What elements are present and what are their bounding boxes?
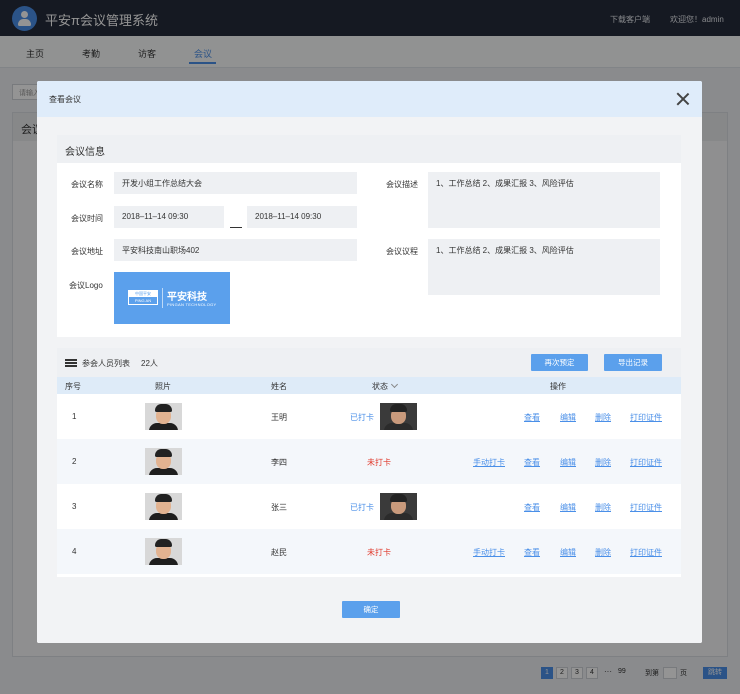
edit-link[interactable]: 编辑	[560, 412, 576, 423]
row-index: 1	[72, 412, 77, 421]
attendee-count: 22人	[141, 359, 158, 368]
export-records-button[interactable]: 导出记录	[604, 354, 662, 371]
meeting-agenda-label: 会议议程	[386, 247, 418, 256]
meeting-description-field: 1、工作总结 2、成果汇报 3、风险评估	[428, 172, 660, 228]
delete-link[interactable]: 删除	[595, 502, 611, 513]
checkin-photo[interactable]	[380, 403, 417, 430]
column-name: 姓名	[271, 382, 287, 391]
rebook-button[interactable]: 再次预定	[531, 354, 588, 371]
meeting-info-title: 会议信息	[65, 147, 105, 158]
view-link[interactable]: 查看	[524, 547, 540, 558]
meeting-name-field: 开发小组工作总结大会	[114, 172, 357, 194]
table-row: 2 李四 未打卡 手动打卡 查看 编辑 删除 打印证件	[57, 439, 681, 484]
status-badge: 已打卡	[350, 413, 374, 422]
column-index: 序号	[65, 382, 81, 391]
modal-header: 查看会议	[37, 81, 702, 117]
column-photo: 照片	[155, 382, 171, 391]
table-row: 4 赵民 未打卡 手动打卡 查看 编辑 删除 打印证件	[57, 529, 681, 574]
attendee-name: 张三	[271, 503, 287, 512]
chevron-down-icon[interactable]	[390, 380, 399, 389]
attendee-name: 赵民	[271, 548, 287, 557]
manual-checkin-link[interactable]: 手动打卡	[473, 457, 505, 468]
attendee-photo	[145, 448, 182, 475]
attendee-list-header: 参会人员列表 22人 再次预定 导出记录	[57, 348, 681, 377]
attendee-name: 王明	[271, 413, 287, 422]
print-badge-link[interactable]: 打印证件	[630, 457, 662, 468]
status-badge: 已打卡	[350, 503, 374, 512]
modal-body: 会议信息 会议名称 开发小组工作总结大会 会议时间 2018–11–14 09:…	[37, 117, 702, 643]
attendee-photo	[145, 493, 182, 520]
logo-divider	[162, 288, 163, 308]
meeting-address-field: 平安科技南山职场402	[114, 239, 357, 261]
column-actions: 操作	[550, 382, 566, 391]
column-status[interactable]: 状态	[372, 381, 388, 392]
print-badge-link[interactable]: 打印证件	[630, 502, 662, 513]
modal-title: 查看会议	[49, 95, 81, 104]
table-row: 1 王明 已打卡 查看 编辑 删除 打印证件	[57, 394, 681, 439]
edit-link[interactable]: 编辑	[560, 547, 576, 558]
view-link[interactable]: 查看	[524, 502, 540, 513]
attendee-table-header: 序号 照片 姓名 状态 操作	[57, 377, 681, 394]
delete-link[interactable]: 删除	[595, 547, 611, 558]
attendee-name: 李四	[271, 458, 287, 467]
meeting-agenda-field: 1、工作总结 2、成果汇报 3、风险评估	[428, 239, 660, 295]
checkin-photo[interactable]	[380, 493, 417, 520]
view-link[interactable]: 查看	[524, 457, 540, 468]
attendee-photo	[145, 403, 182, 430]
row-index: 3	[72, 502, 77, 511]
time-range-dash	[230, 227, 242, 228]
row-index: 4	[72, 547, 77, 556]
meeting-start-time-field: 2018–11–14 09:30	[114, 206, 224, 228]
attendee-list-card: 参会人员列表 22人 再次预定 导出记录 序号 照片 姓名 状态 操作 1 王明…	[57, 348, 681, 577]
table-row: 3 张三 已打卡 查看 编辑 删除 打印证件	[57, 484, 681, 529]
meeting-info-header: 会议信息	[57, 135, 681, 163]
meeting-time-label: 会议时间	[71, 214, 103, 223]
edit-link[interactable]: 编辑	[560, 457, 576, 468]
attendee-photo	[145, 538, 182, 565]
logo-text: 平安科技	[167, 292, 207, 303]
close-icon[interactable]	[676, 92, 690, 106]
print-badge-link[interactable]: 打印证件	[630, 412, 662, 423]
delete-link[interactable]: 删除	[595, 412, 611, 423]
meeting-logo: 中国平安 PING AN 平安科技 PINGAN TECHNOLOGY	[114, 272, 230, 324]
meeting-name-label: 会议名称	[71, 180, 103, 189]
list-icon	[65, 359, 77, 367]
status-badge: 未打卡	[367, 458, 391, 467]
row-index: 2	[72, 457, 77, 466]
meeting-logo-label: 会议Logo	[69, 281, 103, 290]
meeting-end-time-field: 2018–11–14 09:30	[247, 206, 357, 228]
delete-link[interactable]: 删除	[595, 457, 611, 468]
manual-checkin-link[interactable]: 手动打卡	[473, 547, 505, 558]
attendee-list-title: 参会人员列表	[82, 359, 130, 368]
confirm-button[interactable]: 确定	[342, 601, 400, 618]
logo-subtext: PINGAN TECHNOLOGY	[167, 302, 217, 307]
meeting-description-label: 会议描述	[386, 180, 418, 189]
print-badge-link[interactable]: 打印证件	[630, 547, 662, 558]
meeting-address-label: 会议地址	[71, 247, 103, 256]
view-link[interactable]: 查看	[524, 412, 540, 423]
view-meeting-modal: 查看会议 会议信息 会议名称 开发小组工作总结大会 会议时间 2018–11–1…	[37, 81, 702, 643]
meeting-info-card: 会议信息 会议名称 开发小组工作总结大会 会议时间 2018–11–14 09:…	[57, 135, 681, 337]
edit-link[interactable]: 编辑	[560, 502, 576, 513]
pingan-badge-icon: 中国平安 PING AN	[128, 290, 158, 305]
status-badge: 未打卡	[367, 548, 391, 557]
